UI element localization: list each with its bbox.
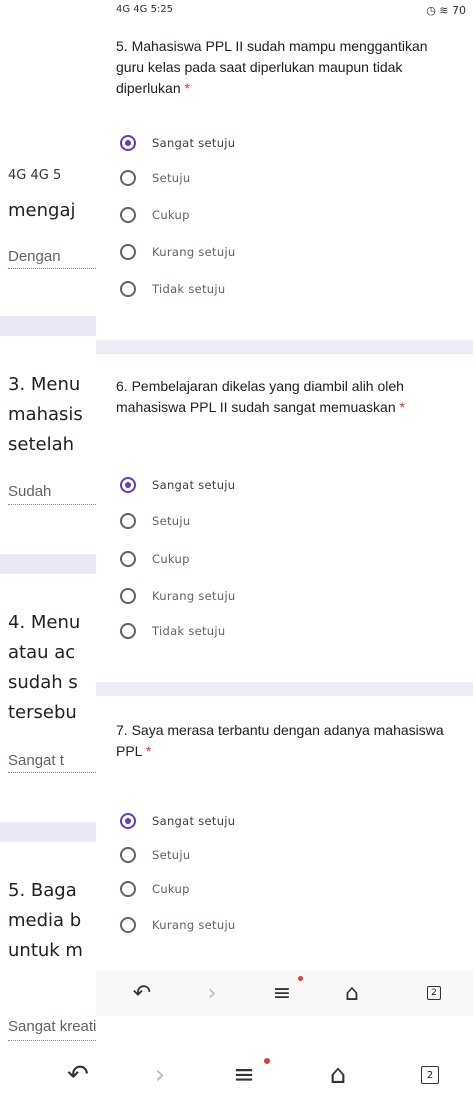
- option-label: Kurang setuju: [152, 918, 236, 932]
- question-text: 6. Pembelajaran dikelas yang diambil ali…: [116, 378, 404, 415]
- radio-icon[interactable]: [120, 917, 136, 933]
- q6-option-sangat-setuju[interactable]: Sangat setuju: [120, 474, 235, 496]
- overlay-navigation-bar: ↶ › ≡ ⌂ 2: [96, 970, 473, 1016]
- radio-checked-icon[interactable]: [120, 477, 136, 493]
- bg-answer-underline: [8, 772, 96, 773]
- bg-answer-fragment: Sudah: [8, 483, 52, 500]
- radio-checked-icon[interactable]: [120, 813, 136, 829]
- option-label: Cukup: [152, 552, 190, 566]
- menu-icon[interactable]: ≡: [262, 978, 302, 1008]
- option-label: Tidak setuju: [152, 624, 226, 638]
- bg-question-fragment: untuk m: [8, 940, 83, 961]
- q5-option-setuju[interactable]: Setuju: [120, 167, 190, 189]
- bg-answer-fragment: Dengan: [8, 248, 61, 265]
- option-label: Sangat setuju: [152, 814, 236, 828]
- back-icon[interactable]: ↶: [58, 1060, 98, 1090]
- bg-question-fragment: tersebu: [8, 702, 77, 723]
- q5-option-sangat-setuju[interactable]: Sangat setuju: [120, 132, 235, 154]
- bg-question-fragment: 5. Baga: [8, 880, 77, 901]
- bg-status-bar: 4G 4G 5: [8, 168, 62, 183]
- bg-question-fragment: mengaj: [8, 200, 76, 221]
- q6-option-setuju[interactable]: Setuju: [120, 510, 190, 532]
- option-label: Cukup: [152, 208, 190, 222]
- tabs-button[interactable]: 2: [414, 978, 454, 1008]
- section-divider: [96, 340, 473, 354]
- radio-icon[interactable]: [120, 881, 136, 897]
- q5-option-kurang-setuju[interactable]: Kurang setuju: [120, 241, 236, 263]
- status-left: 4G 4G 5:25: [116, 4, 174, 15]
- option-label: Cukup: [152, 882, 190, 896]
- radio-checked-icon[interactable]: [120, 135, 136, 151]
- radio-icon[interactable]: [120, 281, 136, 297]
- bg-section-divider: [0, 822, 96, 842]
- question-text: 7. Saya merasa terbantu dengan adanya ma…: [116, 722, 444, 759]
- notification-dot: [264, 1058, 270, 1064]
- option-label: Kurang setuju: [152, 589, 236, 603]
- section-divider: [96, 682, 473, 696]
- q6-option-cukup[interactable]: Cukup: [120, 548, 190, 570]
- bg-answer-fragment: Sangat t: [8, 752, 64, 769]
- bg-question-fragment: 3. Menu: [8, 374, 81, 395]
- status-bar: 4G 4G 5:25 ◷ ≋ 70: [116, 4, 466, 20]
- bg-answer-underline: [8, 268, 96, 269]
- notification-dot: [298, 976, 303, 981]
- q6-option-tidak-setuju[interactable]: Tidak setuju: [120, 620, 225, 642]
- status-right: ◷ ≋ 70: [426, 4, 466, 17]
- bg-question-fragment: media b: [8, 910, 82, 931]
- option-label: Kurang setuju: [152, 245, 236, 259]
- bg-section-divider: [0, 316, 96, 336]
- radio-icon[interactable]: [120, 588, 136, 604]
- option-label: Sangat setuju: [152, 478, 236, 492]
- tabs-count-icon: 2: [421, 1066, 439, 1084]
- bg-question-fragment: mahasis: [8, 404, 83, 425]
- required-marker: *: [145, 743, 152, 759]
- radio-icon[interactable]: [120, 244, 136, 260]
- q6-option-kurang-setuju[interactable]: Kurang setuju: [120, 585, 236, 607]
- radio-icon[interactable]: [120, 513, 136, 529]
- home-icon[interactable]: ⌂: [318, 1060, 358, 1090]
- question-7-title: 7. Saya merasa terbantu dengan adanya ma…: [116, 720, 446, 762]
- option-label: Tidak setuju: [152, 282, 226, 296]
- required-marker: *: [184, 80, 190, 96]
- question-text: 5. Mahasiswa PPL II sudah mampu menggant…: [116, 38, 428, 96]
- radio-icon[interactable]: [120, 623, 136, 639]
- back-icon[interactable]: ↶: [122, 978, 162, 1008]
- option-label: Sangat setuju: [152, 136, 236, 150]
- bg-section-divider: [0, 554, 96, 574]
- overlay-screenshot: 4G 4G 5:25 ◷ ≋ 70 5. Mahasiswa PPL II su…: [96, 0, 473, 1050]
- forward-icon[interactable]: ›: [192, 978, 232, 1008]
- forward-icon[interactable]: ›: [140, 1060, 180, 1090]
- q7-option-setuju[interactable]: Setuju: [120, 844, 190, 866]
- option-label: Setuju: [152, 171, 191, 185]
- required-marker: *: [399, 399, 405, 415]
- radio-icon[interactable]: [120, 551, 136, 567]
- bg-question-fragment: setelah: [8, 434, 75, 455]
- radio-icon[interactable]: [120, 170, 136, 186]
- navigation-bar: ↶ › ≡ ⌂ 2: [0, 1050, 473, 1098]
- question-6-title: 6. Pembelajaran dikelas yang diambil ali…: [116, 376, 446, 418]
- bg-question-fragment: 4. Menu: [8, 612, 81, 633]
- tabs-count-icon: 2: [427, 986, 441, 1000]
- q7-option-kurang-setuju[interactable]: Kurang setuju: [120, 914, 236, 936]
- option-label: Setuju: [152, 848, 191, 862]
- q5-option-cukup[interactable]: Cukup: [120, 204, 190, 226]
- radio-icon[interactable]: [120, 207, 136, 223]
- tabs-button[interactable]: 2: [410, 1060, 450, 1090]
- bg-question-fragment: atau ac: [8, 642, 76, 663]
- question-5-title: 5. Mahasiswa PPL II sudah mampu menggant…: [116, 36, 446, 99]
- menu-icon[interactable]: ≡: [224, 1060, 264, 1090]
- home-icon[interactable]: ⌂: [332, 978, 372, 1008]
- q7-option-cukup[interactable]: Cukup: [120, 878, 190, 900]
- radio-icon[interactable]: [120, 847, 136, 863]
- q5-option-tidak-setuju[interactable]: Tidak setuju: [120, 278, 225, 300]
- bg-answer-underline: [8, 504, 96, 505]
- option-label: Setuju: [152, 514, 191, 528]
- q7-option-sangat-setuju[interactable]: Sangat setuju: [120, 810, 235, 832]
- bg-question-fragment: sudah s: [8, 672, 78, 693]
